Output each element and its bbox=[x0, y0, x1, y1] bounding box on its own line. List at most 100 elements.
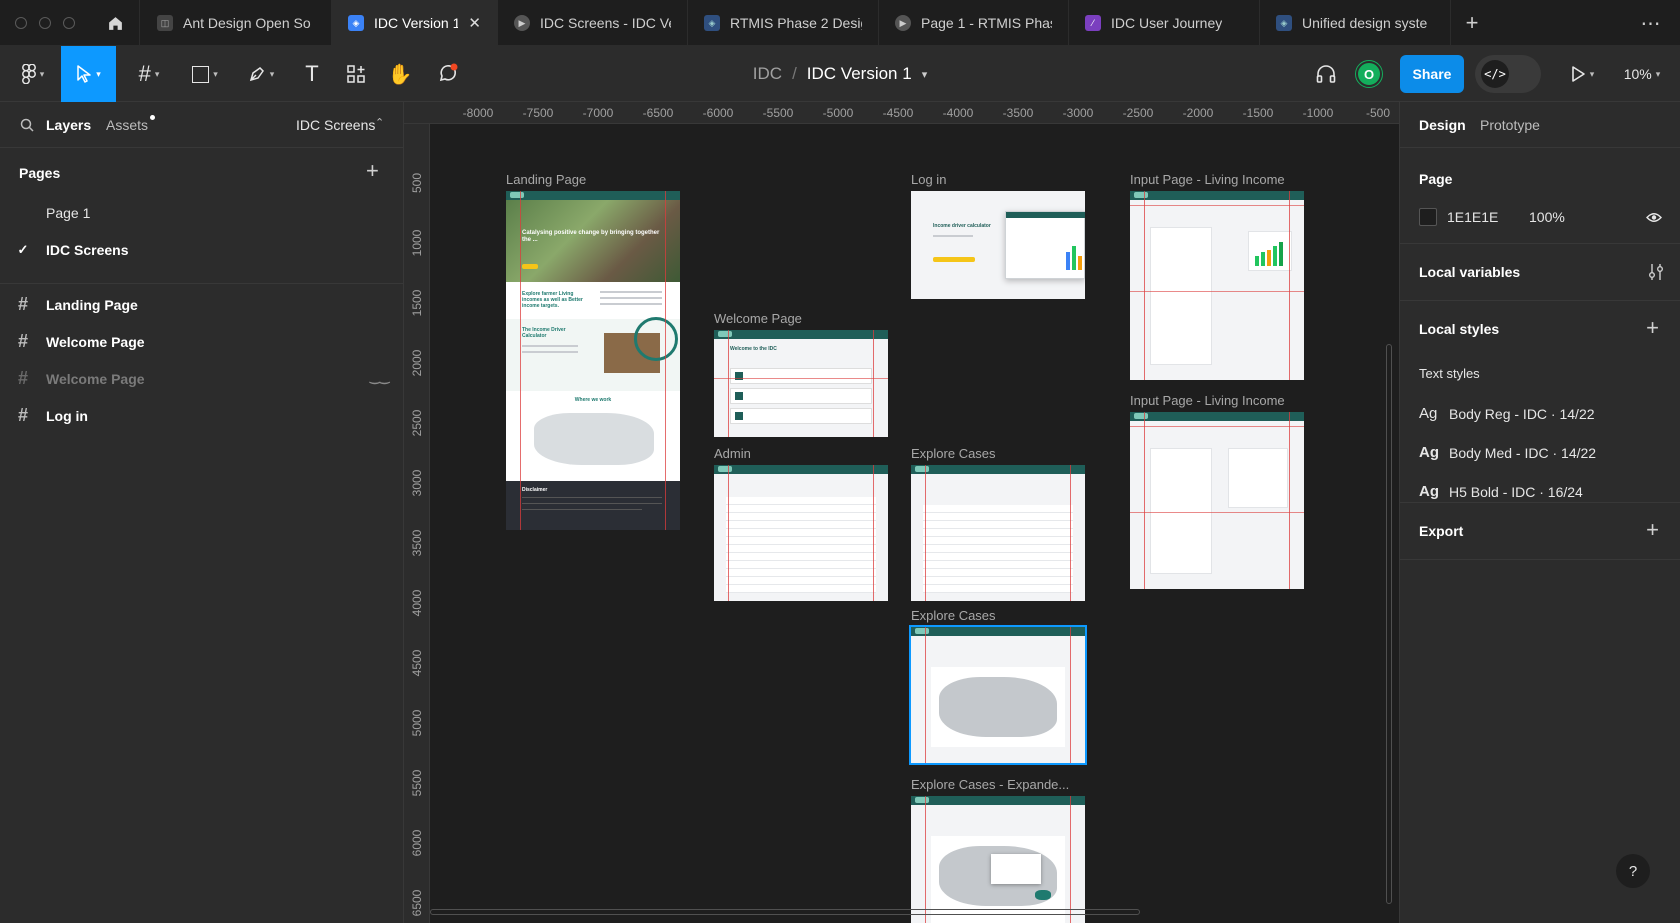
frame-input-page-2[interactable] bbox=[1130, 412, 1304, 589]
page-color-swatch[interactable] bbox=[1419, 208, 1437, 226]
text-style-body-med[interactable]: Ag Body Med - IDC · 14/22 bbox=[1419, 444, 1596, 461]
disclaimer-footer: Disclaimer bbox=[506, 481, 680, 530]
help-button[interactable]: ? bbox=[1616, 854, 1650, 888]
zoom-menu[interactable]: 10% ▾ bbox=[1614, 46, 1670, 102]
layer-item-landing-page[interactable]: # Landing Page bbox=[0, 286, 404, 323]
vertical-scrollbar[interactable] bbox=[1386, 344, 1392, 904]
add-export-button[interactable]: + bbox=[1646, 519, 1659, 541]
more-tabs-button[interactable]: ⋯ bbox=[1626, 0, 1676, 46]
user-avatar[interactable]: O bbox=[1353, 46, 1385, 102]
page-color-value[interactable]: 1E1E1E bbox=[1447, 209, 1498, 225]
tab-page-1-rtmis[interactable]: ▶ Page 1 - RTMIS Phas bbox=[879, 0, 1069, 46]
comment-tool-button[interactable] bbox=[428, 46, 468, 102]
main-menu-button[interactable]: ▾ bbox=[10, 46, 56, 102]
tab-idc-version-1[interactable]: ◈ IDC Version 1 ✕ bbox=[332, 0, 498, 46]
move-tool-button[interactable]: ▾ bbox=[61, 46, 116, 102]
ruler-tick: 3000 bbox=[410, 469, 424, 497]
resources-tool-button[interactable] bbox=[338, 46, 374, 102]
tab-prototype[interactable]: Prototype bbox=[1480, 117, 1540, 133]
hand-tool-button[interactable]: ✋ bbox=[382, 46, 418, 102]
frame-explore-cases[interactable] bbox=[911, 465, 1085, 601]
tab-rtmis-phase-2[interactable]: ◈ RTMIS Phase 2 Desig bbox=[688, 0, 879, 46]
layer-item-log-in[interactable]: # Log in bbox=[0, 397, 404, 434]
frame-label-landing-page[interactable]: Landing Page bbox=[506, 172, 586, 187]
present-button[interactable]: ▾ bbox=[1560, 46, 1604, 102]
page-item-page-1[interactable]: Page 1 bbox=[0, 194, 404, 231]
ruler-tick: -5000 bbox=[822, 106, 854, 120]
frame-explore-cases-map[interactable] bbox=[909, 625, 1087, 765]
design-canvas[interactable]: -8000 -7500 -7000 -6500 -6000 -5500 -500… bbox=[404, 102, 1399, 923]
where-we-work-title: Where we work bbox=[574, 397, 612, 403]
admin-table bbox=[726, 497, 876, 593]
share-button[interactable]: Share bbox=[1400, 55, 1464, 93]
frame-tool-button[interactable]: # ▾ bbox=[126, 46, 172, 102]
chart-bar bbox=[1273, 246, 1277, 266]
close-tab-icon[interactable]: ✕ bbox=[468, 14, 481, 32]
tab-design[interactable]: Design bbox=[1419, 117, 1466, 133]
cases-table bbox=[923, 505, 1073, 593]
minimize-window-icon[interactable] bbox=[39, 17, 51, 29]
horizontal-scrollbar[interactable] bbox=[430, 909, 1140, 915]
login-title: Income driver calculator bbox=[933, 223, 991, 229]
tab-idc-user-journey[interactable]: ⁄ IDC User Journey bbox=[1069, 0, 1260, 46]
layout-guide bbox=[1289, 412, 1290, 589]
text-style-body-reg[interactable]: Ag Body Reg - IDC · 14/22 bbox=[1419, 405, 1595, 422]
hand-icon: ✋ bbox=[387, 63, 413, 86]
add-style-button[interactable]: + bbox=[1646, 317, 1659, 339]
frame-landing-page[interactable]: Catalysing positive change by bringing t… bbox=[506, 191, 680, 530]
home-icon bbox=[109, 16, 122, 30]
export-title: Export bbox=[1419, 523, 1464, 539]
new-tab-button[interactable]: + bbox=[1451, 0, 1493, 46]
map-card bbox=[931, 667, 1065, 747]
text-icon: T bbox=[305, 61, 319, 86]
shape-tool-button[interactable]: ▾ bbox=[182, 46, 228, 102]
page-item-idc-screens[interactable]: ✓ IDC Screens bbox=[0, 231, 404, 268]
frame-label-log-in[interactable]: Log in bbox=[911, 172, 946, 187]
frame-explore-cases-expanded[interactable] bbox=[911, 796, 1085, 923]
add-page-button[interactable]: + bbox=[366, 158, 379, 184]
close-window-icon[interactable] bbox=[15, 17, 27, 29]
layer-item-welcome-page[interactable]: # Welcome Page bbox=[0, 323, 404, 360]
file-title[interactable]: IDC / IDC Version 1 ▾ bbox=[740, 46, 940, 102]
idh-logo bbox=[915, 466, 929, 472]
ruler-tick: 5000 bbox=[410, 709, 424, 737]
maximize-window-icon[interactable] bbox=[63, 17, 75, 29]
frame-label-explore-cases-map[interactable]: Explore Cases bbox=[911, 608, 996, 623]
frame-label-input-page[interactable]: Input Page - Living Income bbox=[1130, 172, 1285, 187]
page-opacity-value[interactable]: 100% bbox=[1529, 209, 1565, 225]
frame-label-explore-cases-expanded[interactable]: Explore Cases - Expande... bbox=[911, 777, 1069, 792]
search-icon[interactable] bbox=[20, 118, 34, 132]
frame-label-admin[interactable]: Admin bbox=[714, 446, 751, 461]
tab-idc-screens[interactable]: ▶ IDC Screens - IDC Ve bbox=[498, 0, 688, 46]
project-name[interactable]: IDC bbox=[753, 64, 782, 84]
home-tab[interactable] bbox=[92, 0, 140, 46]
text-style-h5-bold[interactable]: Ag H5 Bold - IDC · 16/24 bbox=[1419, 483, 1583, 500]
text-tool-button[interactable]: T bbox=[294, 46, 330, 102]
eye-icon[interactable] bbox=[1646, 212, 1662, 223]
file-name[interactable]: IDC Version 1 bbox=[807, 64, 912, 84]
frame-log-in[interactable]: Income driver calculator bbox=[911, 191, 1085, 299]
frame-input-page[interactable] bbox=[1130, 191, 1304, 380]
variables-settings-icon[interactable] bbox=[1648, 263, 1664, 281]
frame-label-input-page-2[interactable]: Input Page - Living Income bbox=[1130, 393, 1285, 408]
tab-ant-design[interactable]: ◫ Ant Design Open So bbox=[141, 0, 332, 46]
audio-chat-button[interactable] bbox=[1309, 46, 1343, 102]
page-section: Page 1E1E1E 100% bbox=[1400, 148, 1680, 244]
hidden-eye-icon[interactable]: ‿‿ bbox=[370, 370, 389, 384]
frame-admin[interactable] bbox=[714, 465, 888, 601]
local-variables-title[interactable]: Local variables bbox=[1419, 264, 1520, 280]
tab-layers[interactable]: Layers bbox=[46, 117, 91, 133]
pen-tool-button[interactable]: ▾ bbox=[238, 46, 284, 102]
dev-mode-toggle[interactable]: </> bbox=[1475, 55, 1541, 93]
frame-label-welcome-page[interactable]: Welcome Page bbox=[714, 311, 802, 326]
chevron-up-icon[interactable]: ⌃ bbox=[375, 116, 384, 129]
components-icon bbox=[347, 65, 365, 83]
frame-welcome-page[interactable]: Welcome to the IDC bbox=[714, 330, 888, 437]
current-page-selector[interactable]: IDC Screens bbox=[296, 117, 375, 133]
layout-guide bbox=[1144, 412, 1145, 589]
text-style-icon: Ag bbox=[1419, 444, 1439, 461]
frame-label-explore-cases[interactable]: Explore Cases bbox=[911, 446, 996, 461]
layer-item-welcome-page-hidden[interactable]: # Welcome Page ‿‿ bbox=[0, 360, 404, 397]
tab-assets[interactable]: Assets bbox=[106, 117, 148, 133]
tab-unified-design-system[interactable]: ◈ Unified design syste bbox=[1260, 0, 1451, 46]
